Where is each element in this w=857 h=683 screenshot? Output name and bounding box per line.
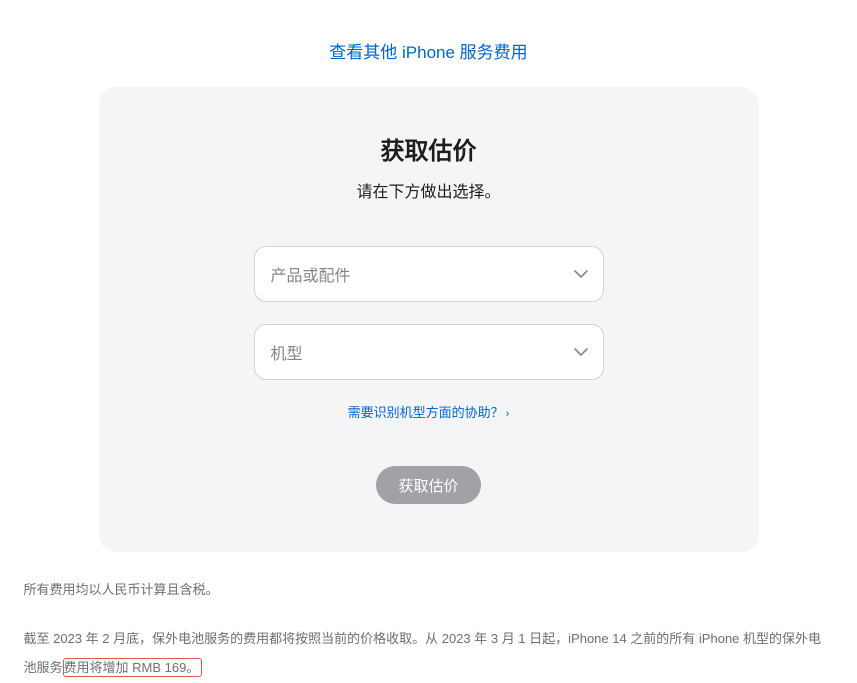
footer-currency-note: 所有费用均以人民币计算且含税。 [24,580,834,600]
get-estimate-button[interactable]: 获取估价 [376,466,480,504]
footer-text: 所有费用均以人民币计算且含税。 截至 2023 年 2 月底，保外电池服务的费用… [14,580,844,683]
footer-price-notice: 截至 2023 年 2 月底，保外电池服务的费用都将按照当前的价格收取。从 20… [24,624,834,683]
help-link-label: 需要识别机型方面的协助？ [348,405,504,420]
top-link-container: 查看其他 iPhone 服务费用 [0,0,857,87]
other-services-link[interactable]: 查看其他 iPhone 服务费用 [329,43,527,62]
model-select-placeholder: 机型 [271,340,303,364]
model-select[interactable]: 机型 [254,324,604,380]
footer-notice-highlight: 费用将增加 RMB 169。 [63,658,203,677]
model-select-wrapper: 机型 [254,324,604,380]
chevron-right-icon: › [506,408,510,420]
card-subtitle: 请在下方做出选择。 [139,178,719,202]
product-select-wrapper: 产品或配件 [254,246,604,302]
identify-model-help-link[interactable]: 需要识别机型方面的协助？› [348,405,510,420]
estimate-card: 获取估价 请在下方做出选择。 产品或配件 机型 需要识别机型方面的协助？› 获取… [99,87,759,552]
product-select[interactable]: 产品或配件 [254,246,604,302]
help-link-container: 需要识别机型方面的协助？› [139,402,719,422]
card-title: 获取估价 [139,131,719,166]
product-select-placeholder: 产品或配件 [271,262,351,286]
